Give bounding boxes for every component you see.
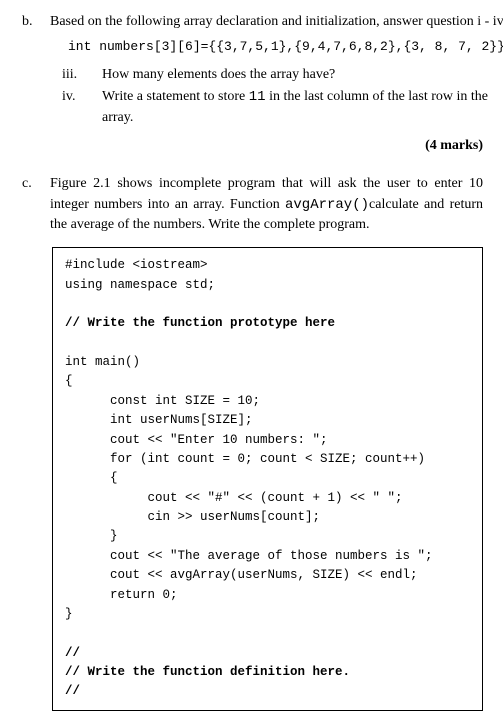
- code-l08: cout << "Enter 10 numbers: ";: [65, 433, 328, 447]
- code-l17: }: [65, 607, 73, 621]
- code-l12: cin >> userNums[count];: [65, 510, 320, 524]
- question-c-label: c.: [22, 174, 36, 235]
- code-l06: const int SIZE = 10;: [65, 394, 260, 408]
- sub-question-iv: iv. Write a statement to store 11 in the…: [62, 87, 503, 128]
- question-b-lead: Based on the following array declaration…: [50, 12, 503, 32]
- question-b-content: Based on the following array declaration…: [50, 12, 503, 132]
- code-l18: //: [65, 646, 80, 660]
- code-l03: // Write the function prototype here: [65, 316, 335, 330]
- sub-iv-code: 11: [249, 89, 266, 105]
- code-l16: return 0;: [65, 588, 178, 602]
- code-l20: //: [65, 684, 80, 698]
- code-l04: int main(): [65, 355, 140, 369]
- code-l07: int userNums[SIZE];: [65, 413, 253, 427]
- sub-iii-label: iii.: [62, 65, 84, 85]
- sub-iv-text: Write a statement to store 11 in the las…: [102, 87, 503, 128]
- code-l14: cout << "The average of those numbers is…: [65, 549, 433, 563]
- code-l13: }: [65, 529, 118, 543]
- code-l09: for (int count = 0; count < SIZE; count+…: [65, 452, 425, 466]
- code-l05: {: [65, 374, 73, 388]
- sub-question-iii: iii. How many elements does the array ha…: [62, 65, 503, 85]
- question-c-fn: avgArray(): [285, 197, 369, 213]
- question-c-content: Figure 2.1 shows incomplete program that…: [50, 174, 483, 235]
- sub-iv-label: iv.: [62, 87, 84, 128]
- code-l10: {: [65, 471, 118, 485]
- code-l01: #include <iostream>: [65, 258, 208, 272]
- sub-iv-text-a: Write a statement to store: [102, 89, 249, 104]
- code-l19: // Write the function definition here.: [65, 665, 350, 679]
- question-b: b. Based on the following array declarat…: [22, 12, 483, 132]
- array-declaration-code: int numbers[3][6]={{3,7,5,1},{9,4,7,6,8,…: [68, 38, 503, 57]
- sub-iii-text: How many elements does the array have?: [102, 65, 503, 85]
- code-l11: cout << "#" << (count + 1) << " ";: [65, 491, 403, 505]
- question-c: c. Figure 2.1 shows incomplete program t…: [22, 174, 483, 235]
- code-listing: #include <iostream> using namespace std;…: [52, 247, 483, 711]
- sub-questions: iii. How many elements does the array ha…: [62, 65, 503, 128]
- question-b-label: b.: [22, 12, 36, 132]
- marks-label: (4 marks): [22, 136, 483, 156]
- code-l15: cout << avgArray(userNums, SIZE) << endl…: [65, 568, 418, 582]
- code-l02: using namespace std;: [65, 278, 215, 292]
